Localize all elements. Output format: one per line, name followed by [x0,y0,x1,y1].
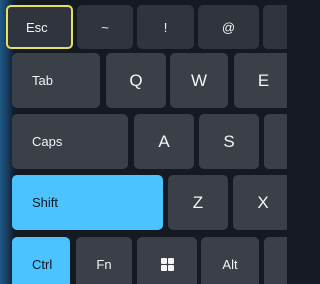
exclamation-key-label: ! [163,19,168,35]
at-key[interactable]: @ [198,5,259,49]
exclamation-key[interactable]: ! [137,5,194,49]
z-key[interactable]: Z [168,175,228,230]
fn-key-label: Fn [96,257,112,272]
x-key-label: X [257,192,269,212]
caps-key-label: Caps [32,134,63,149]
tab-key[interactable]: Tab [12,53,100,108]
alt-key[interactable]: Alt [201,237,259,284]
key-partial-row3[interactable] [264,114,287,169]
q-key[interactable]: Q [106,53,166,108]
s-key[interactable]: S [199,114,259,169]
a-key-label: A [158,131,170,151]
tilde-key-label: ~ [101,19,109,35]
x-key[interactable]: X [233,175,287,230]
shift-key[interactable]: Shift [12,175,163,230]
ctrl-key-label: Ctrl [32,257,53,272]
on-screen-keyboard: Esc ~ ! @ Tab Q W E Caps A S Shift Z X C… [0,0,287,284]
fn-key[interactable]: Fn [76,237,132,284]
a-key[interactable]: A [134,114,194,169]
key-partial-row5[interactable] [264,237,287,284]
esc-key[interactable]: Esc [6,5,73,49]
tab-key-label: Tab [32,73,53,88]
key-partial-row1[interactable] [263,5,287,49]
windows-key[interactable] [137,237,197,284]
z-key-label: Z [192,192,204,212]
e-key-label: E [257,70,270,90]
s-key-label: S [223,131,235,151]
esc-key-label: Esc [26,19,48,35]
q-key-label: Q [129,70,143,90]
tilde-key[interactable]: ~ [77,5,133,49]
w-key[interactable]: W [170,53,228,108]
ctrl-key[interactable]: Ctrl [12,237,70,284]
e-key[interactable]: E [234,53,287,108]
alt-key-label: Alt [222,257,238,272]
caps-key[interactable]: Caps [12,114,128,169]
windows-icon [160,258,174,271]
at-key-label: @ [221,19,236,35]
shift-key-label: Shift [32,195,59,210]
w-key-label: W [190,70,208,90]
